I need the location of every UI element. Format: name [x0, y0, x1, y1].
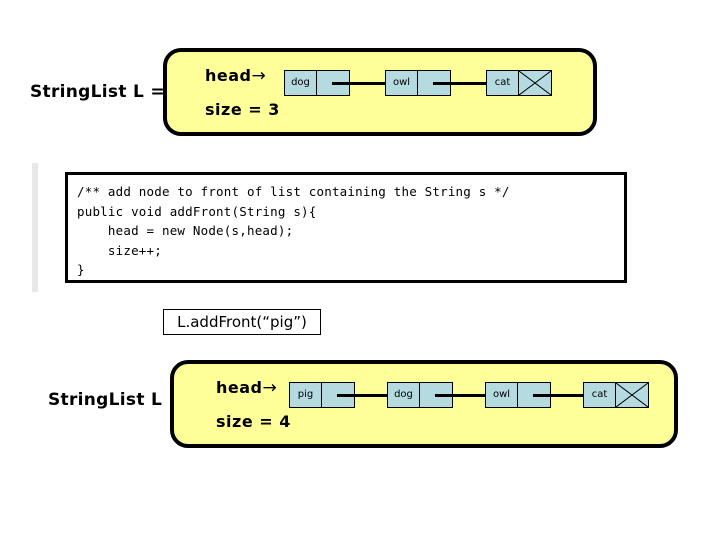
node-null-pointer-cell	[519, 71, 551, 95]
after-head-field: head→	[216, 378, 277, 398]
node-data-cell: dog	[388, 383, 420, 407]
node-data-cell: owl	[386, 71, 418, 95]
node-data-cell: cat	[584, 383, 616, 407]
before-variable-label: StringList L =	[30, 82, 165, 102]
before-list-object-panel: head→ size = 3 dog owl cat	[163, 48, 597, 136]
method-call-label: L.addFront(“pig”)	[177, 313, 307, 331]
code-side-bar	[32, 163, 38, 292]
node-data-cell: cat	[487, 71, 519, 95]
node-null-pointer-cell	[616, 383, 648, 407]
after-variable-label: StringList L =	[48, 390, 183, 410]
node-cat-after: cat	[583, 382, 649, 408]
node-data-cell: owl	[486, 383, 518, 407]
after-list-object-panel: head→ size = 4 pig dog owl cat	[170, 360, 678, 448]
node-cat-before: cat	[486, 70, 552, 96]
before-head-arrow-glyph: →	[251, 66, 267, 86]
after-head-arrow-glyph: →	[262, 378, 278, 398]
before-size-field: size = 3	[205, 100, 280, 119]
before-head-field: head→	[205, 66, 266, 86]
before-head-label: head	[205, 66, 252, 85]
add-front-code-block: /** add node to front of list containing…	[65, 172, 627, 283]
after-size-field: size = 4	[216, 412, 291, 431]
after-head-label: head	[216, 378, 263, 397]
code-text: /** add node to front of list containing…	[77, 184, 510, 277]
node-data-cell: dog	[285, 71, 317, 95]
method-call-box: L.addFront(“pig”)	[163, 309, 321, 335]
node-data-cell: pig	[290, 383, 322, 407]
